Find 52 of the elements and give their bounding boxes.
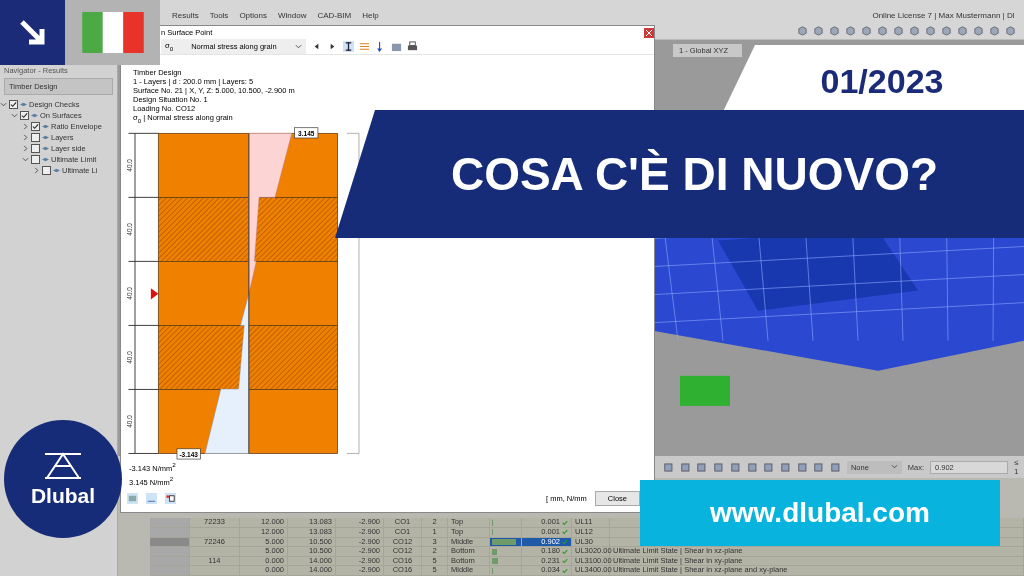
layers-icon[interactable] [358,40,370,52]
url-banner: www.dlubal.com [640,480,1000,546]
cube-icon[interactable] [845,25,857,36]
close-icon [646,29,652,36]
section-icon[interactable] [342,40,354,52]
chevron-icon[interactable] [33,167,40,174]
checkbox[interactable] [20,111,29,120]
menu-item[interactable]: Window [277,11,307,22]
chevron-icon[interactable] [22,156,29,163]
checkbox[interactable] [31,122,40,131]
bridge-logo-icon [43,450,83,480]
cube-icon[interactable] [973,25,985,36]
cube-icon[interactable] [893,25,905,36]
chevron-icon[interactable] [22,145,29,152]
chevron-icon[interactable] [11,112,18,119]
checkbox[interactable] [31,133,40,142]
checkbox[interactable] [9,100,18,109]
arrow-icon [18,18,47,47]
cube-icon[interactable] [797,25,809,36]
cube-icon[interactable] [813,25,825,36]
cube-icon[interactable] [941,25,953,36]
cube-icon[interactable] [909,25,921,36]
menu-item[interactable]: Options [239,11,267,22]
caret-icon [890,462,898,470]
cube-icon[interactable] [925,25,937,36]
checkbox[interactable] [42,166,51,175]
menu-item[interactable]: Tools [209,11,229,22]
cube-icon[interactable] [829,25,841,36]
menu-item[interactable]: Help [362,11,379,22]
values-icon[interactable] [146,493,157,504]
menu-item[interactable]: CAD-BIM [317,11,352,22]
caret-icon [294,42,302,50]
cube-icon[interactable] [861,25,873,36]
marker-icon [150,288,159,300]
cube-icon[interactable] [877,25,889,36]
license-info: Online License 7 | Max Mustermann | Dl [872,11,1015,22]
print-icon[interactable] [406,40,418,52]
support-block [680,375,730,406]
chevron-icon[interactable] [22,134,29,141]
cube-icon[interactable] [989,25,1001,36]
chevron-icon[interactable] [0,101,7,108]
menu-item[interactable]: Results [172,11,199,22]
chevron-icon[interactable] [22,123,29,130]
settings-icon[interactable] [165,493,176,504]
brand-name: Dlubal [30,484,96,508]
checkbox[interactable] [31,144,40,153]
cube-icon[interactable] [957,25,969,36]
cube-icon[interactable] [1005,25,1017,36]
close-button[interactable] [644,27,654,38]
headline-banner: COSA C'È DI NUOVO? [335,110,1024,238]
checkbox[interactable] [31,155,40,164]
flag-icon [80,12,145,53]
